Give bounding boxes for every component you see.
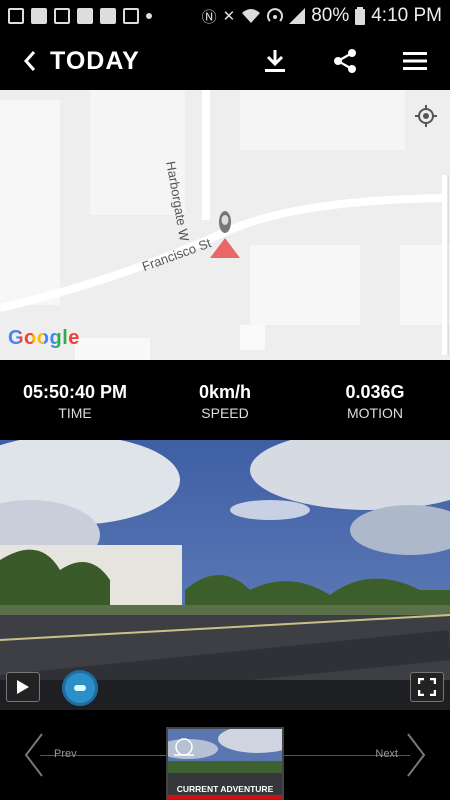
stat-speed-label: SPEED [201, 405, 249, 421]
map-view[interactable]: Harborgate W Francisco St Google [0, 90, 450, 360]
mute-icon: ✕ [222, 8, 236, 25]
google-logo: Google [8, 327, 80, 349]
back-button[interactable] [10, 32, 50, 90]
map-canvas [0, 90, 450, 360]
playback-scrubber[interactable] [62, 670, 98, 706]
status-bar: Ⓝ ✕ 80% 4:10 PM [0, 0, 450, 32]
stat-time: 05:50:40 PM TIME [0, 360, 150, 440]
stat-speed: 0km/h SPEED [150, 360, 300, 440]
stat-motion: 0.036G MOTION [300, 360, 450, 440]
current-adventure-thumbnail[interactable]: CURRENT ADVENTURE [166, 727, 284, 800]
play-button[interactable] [6, 672, 40, 702]
hotspot-icon [267, 8, 284, 22]
mail-notification-icon [54, 8, 70, 24]
back-arrow-icon [23, 51, 36, 71]
download-button[interactable] [250, 32, 300, 90]
stat-time-value: 05:50:40 PM [22, 382, 128, 402]
facebook-notification-icon [100, 8, 116, 24]
video-player[interactable] [0, 440, 450, 710]
wifi-icon [242, 9, 261, 23]
clock: 4:10 PM [371, 5, 442, 26]
clipboard-notification-icon [123, 8, 139, 24]
my-location-icon[interactable] [414, 104, 438, 128]
dashcam-video-frame [0, 440, 450, 710]
current-adventure-label: CURRENT ADVENTURE [176, 784, 274, 794]
flipboard-notification-icon-2 [77, 8, 93, 24]
nfc-icon: Ⓝ [201, 8, 217, 26]
notification-icons [8, 8, 152, 24]
download-icon [265, 50, 285, 72]
hamburger-menu-icon [403, 52, 427, 70]
more-notification-icon [146, 13, 152, 19]
stat-motion-value: 0.036G [345, 382, 405, 402]
adventure-navigation: Prev Next CURRENT ADVENTURE [0, 710, 450, 800]
fullscreen-icon [418, 678, 436, 696]
page-title: TODAY [50, 46, 140, 75]
menu-button[interactable] [390, 32, 440, 90]
next-chevron-icon[interactable] [396, 732, 432, 778]
stat-motion-label: MOTION [347, 405, 403, 421]
signal-icon [289, 8, 306, 24]
stat-time-label: TIME [58, 405, 92, 421]
share-icon [334, 49, 356, 73]
flipboard-notification-icon [31, 8, 47, 24]
stat-speed-value: 0km/h [198, 382, 252, 402]
battery-icon [355, 7, 366, 25]
trip-stats: 05:50:40 PM TIME 0km/h SPEED 0.036G MOTI… [0, 360, 450, 440]
current-indicator-bar [168, 795, 282, 799]
battery-text: 80% [311, 5, 350, 26]
google-attribution: Google [8, 327, 80, 350]
image-notification-icon [8, 8, 24, 24]
prev-button[interactable]: Prev [54, 748, 77, 760]
fullscreen-button[interactable] [410, 672, 444, 702]
next-button[interactable]: Next [375, 748, 398, 760]
app-bar: TODAY [0, 32, 450, 90]
prev-chevron-icon[interactable] [18, 732, 54, 778]
share-button[interactable] [320, 32, 370, 90]
play-icon [17, 680, 29, 694]
